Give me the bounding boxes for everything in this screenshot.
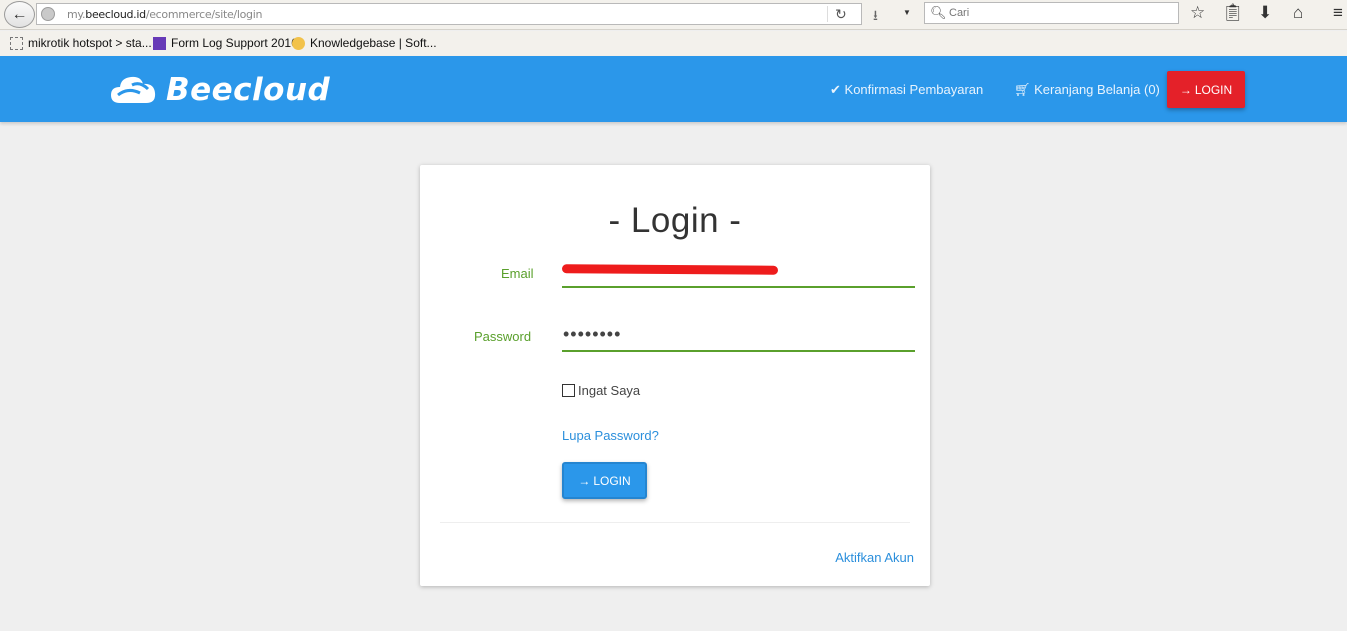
password-mask: •••••••• [563, 324, 622, 344]
site-header: Beecloud ✔ Konfirmasi Pembayaran 🛒︎ Kera… [0, 56, 1347, 122]
back-arrow-icon[interactable]: ← [4, 1, 35, 28]
login-submit-button[interactable]: → LOGIN [562, 462, 647, 499]
bookmarks-bar: mikrotik hotspot > sta... Form Log Suppo… [0, 31, 1347, 56]
bookmark-item[interactable]: mikrotik hotspot > sta... [10, 36, 152, 50]
reload-icon[interactable]: ↻ [835, 6, 847, 23]
activate-account-link[interactable]: Aktifkan Akun [835, 550, 914, 565]
knowledgebase-icon [292, 36, 305, 50]
bookmark-item[interactable]: Form Log Support 2016 [153, 36, 298, 50]
login-submit-label: LOGIN [593, 473, 631, 488]
sign-in-icon: → [578, 473, 591, 488]
chevron-down-icon[interactable]: ▼ [903, 8, 911, 17]
search-input[interactable] [949, 7, 1169, 19]
browser-search[interactable]: 🔍︎ [924, 2, 1179, 24]
address-bar[interactable]: my.beecloud.id/ecommerce/site/login ↻ [36, 3, 862, 25]
url-text: my.beecloud.id/ecommerce/site/login [67, 8, 263, 21]
nav-confirm-label: Konfirmasi Pembayaran [844, 82, 984, 97]
header-login-button[interactable]: → LOGIN [1167, 71, 1245, 108]
cart-icon: 🛒︎ [1014, 82, 1031, 97]
bookmark-label: mikrotik hotspot > sta... [28, 36, 152, 50]
page-icon [10, 36, 23, 50]
bookmark-label: Knowledgebase | Soft... [310, 36, 437, 50]
email-label: Email [501, 266, 534, 281]
login-card: - Login - Email Password •••••••• Ingat … [420, 165, 930, 586]
brand-name: Beecloud [166, 72, 331, 108]
menu-icon[interactable]: ≡ [1333, 3, 1343, 23]
sign-in-icon: → [1179, 82, 1192, 97]
brand-logo[interactable]: Beecloud [110, 72, 330, 108]
home-icon[interactable]: ⌂ [1293, 3, 1303, 23]
search-icon: 🔍︎ [930, 5, 947, 20]
remember-me-checkbox[interactable] [562, 384, 575, 397]
clipboard-icon[interactable]: 📋︎ [1222, 3, 1244, 23]
url-separator [827, 6, 828, 22]
nav-shopping-cart[interactable]: 🛒︎ Keranjang Belanja (0) [1014, 82, 1160, 98]
remember-me-label: Ingat Saya [578, 383, 641, 398]
nav-confirm-payment[interactable]: ✔ Konfirmasi Pembayaran [830, 82, 983, 98]
form-icon [153, 36, 166, 50]
download-icon[interactable]: ⭳ [873, 5, 878, 29]
check-icon: ✔ [830, 82, 841, 97]
password-label: Password [474, 329, 532, 344]
forgot-password-link[interactable]: Lupa Password? [562, 428, 659, 443]
page-title: - Login - [608, 201, 742, 240]
globe-icon [41, 7, 55, 21]
redaction-mark [561, 264, 779, 275]
download-arrow-icon[interactable]: ⬇ [1258, 3, 1272, 23]
cloud-icon [110, 73, 156, 107]
browser-toolbar: ← my.beecloud.id/ecommerce/site/login ↻ … [0, 0, 1347, 30]
star-icon[interactable]: ☆ [1190, 3, 1205, 23]
divider [440, 522, 910, 523]
header-login-label: LOGIN [1194, 82, 1233, 97]
nav-cart-label: Keranjang Belanja (0) [1034, 82, 1160, 97]
bookmark-item[interactable]: Knowledgebase | Soft... [292, 36, 437, 50]
bookmark-label: Form Log Support 2016 [171, 36, 298, 50]
